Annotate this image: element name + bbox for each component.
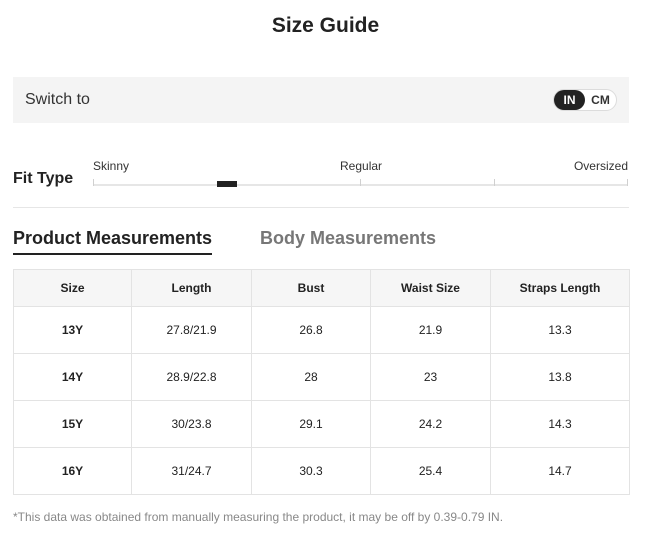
- size-cell: 14Y: [13, 353, 132, 401]
- length-cell: 31/24.7: [131, 447, 252, 495]
- fit-option-oversized: Oversized: [573, 159, 628, 173]
- fit-option-skinny: Skinny: [93, 159, 130, 173]
- unit-switch-bar: Switch to IN CM: [13, 77, 629, 123]
- unit-toggle[interactable]: IN CM: [553, 89, 617, 111]
- straps-cell: 14.3: [490, 400, 630, 448]
- column-header-length: Length: [131, 269, 252, 307]
- size-cell: 16Y: [13, 447, 132, 495]
- table-row: 14Y 28.9/22.8 28 23 13.8: [13, 353, 630, 401]
- waist-cell: 24.2: [370, 400, 491, 448]
- table-header-row: Size Length Bust Waist Size Straps Lengt…: [13, 269, 630, 307]
- length-cell: 27.8/21.9: [131, 306, 252, 354]
- size-cell: 13Y: [13, 306, 132, 354]
- length-cell: 30/23.8: [131, 400, 252, 448]
- tab-body-measurements[interactable]: Body Measurements: [260, 228, 436, 253]
- switch-label: Switch to: [25, 91, 90, 108]
- fit-tick: [494, 179, 495, 186]
- bust-cell: 29.1: [251, 400, 371, 448]
- column-header-straps-length: Straps Length: [490, 269, 630, 307]
- table-row: 15Y 30/23.8 29.1 24.2 14.3: [13, 400, 630, 448]
- section-divider: [13, 207, 629, 208]
- waist-cell: 21.9: [370, 306, 491, 354]
- tab-product-measurements[interactable]: Product Measurements: [13, 228, 213, 255]
- straps-cell: 13.3: [490, 306, 630, 354]
- waist-cell: 23: [370, 353, 491, 401]
- fit-indicator: [217, 181, 237, 187]
- bust-cell: 30.3: [251, 447, 371, 495]
- column-header-waist-size: Waist Size: [370, 269, 491, 307]
- bust-cell: 26.8: [251, 306, 371, 354]
- length-cell: 28.9/22.8: [131, 353, 252, 401]
- bust-cell: 28: [251, 353, 371, 401]
- straps-cell: 13.8: [490, 353, 630, 401]
- fit-type-label: Fit Type: [13, 170, 74, 187]
- straps-cell: 14.7: [490, 447, 630, 495]
- page-title: Size Guide: [271, 14, 380, 37]
- table-row: 13Y 27.8/21.9 26.8 21.9 13.3: [13, 306, 630, 354]
- column-header-size: Size: [13, 269, 132, 307]
- fit-tick: [360, 179, 361, 186]
- column-header-bust: Bust: [251, 269, 371, 307]
- measurements-table: Size Length Bust Waist Size Straps Lengt…: [13, 269, 630, 495]
- fit-option-regular: Regular: [340, 159, 383, 173]
- waist-cell: 25.4: [370, 447, 491, 495]
- measurement-footnote: *This data was obtained from manually me…: [13, 510, 504, 524]
- fit-tick: [93, 179, 94, 186]
- size-cell: 15Y: [13, 400, 132, 448]
- fit-tick: [627, 179, 628, 186]
- table-row: 16Y 31/24.7 30.3 25.4 14.7: [13, 447, 630, 495]
- unit-option-cm[interactable]: CM: [585, 90, 616, 110]
- unit-option-in[interactable]: IN: [554, 90, 585, 110]
